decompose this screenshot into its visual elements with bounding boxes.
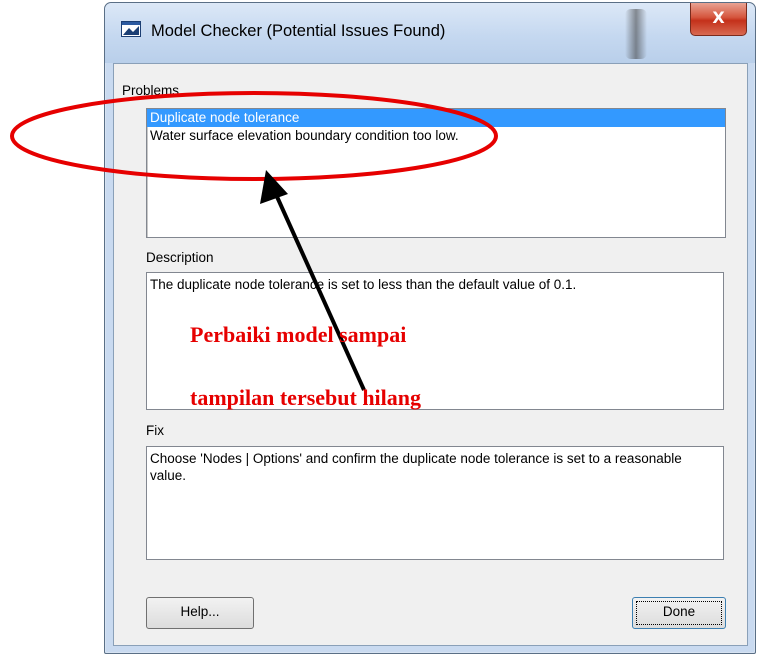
fix-text: Choose 'Nodes | Options' and confirm the…: [146, 446, 724, 560]
problems-label: Problems: [122, 83, 180, 98]
annotation-line-1: Perbaiki model sampai: [190, 322, 407, 347]
app-window-icon: [121, 21, 141, 37]
problems-list[interactable]: Duplicate node tolerance Water surface e…: [146, 108, 726, 238]
help-button[interactable]: Help...: [146, 597, 254, 629]
problem-item-duplicate-node[interactable]: Duplicate node tolerance: [147, 109, 725, 127]
problem-item-water-surface[interactable]: Water surface elevation boundary conditi…: [147, 127, 725, 145]
title-bar[interactable]: Model Checker (Potential Issues Found) X: [105, 3, 755, 63]
window-title: Model Checker (Potential Issues Found): [151, 22, 446, 40]
close-button[interactable]: X: [690, 3, 747, 36]
fix-label: Fix: [146, 423, 164, 438]
dialog-client-area: Problems Duplicate node tolerance Water …: [113, 63, 748, 646]
description-label: Description: [146, 250, 214, 265]
annotation-line-2: tampilan tersebut hilang: [190, 385, 422, 410]
close-icon: X: [712, 8, 725, 27]
focus-rectangle: [636, 601, 722, 625]
title-bar-reflection: [625, 9, 647, 59]
done-button[interactable]: Done: [632, 597, 726, 629]
